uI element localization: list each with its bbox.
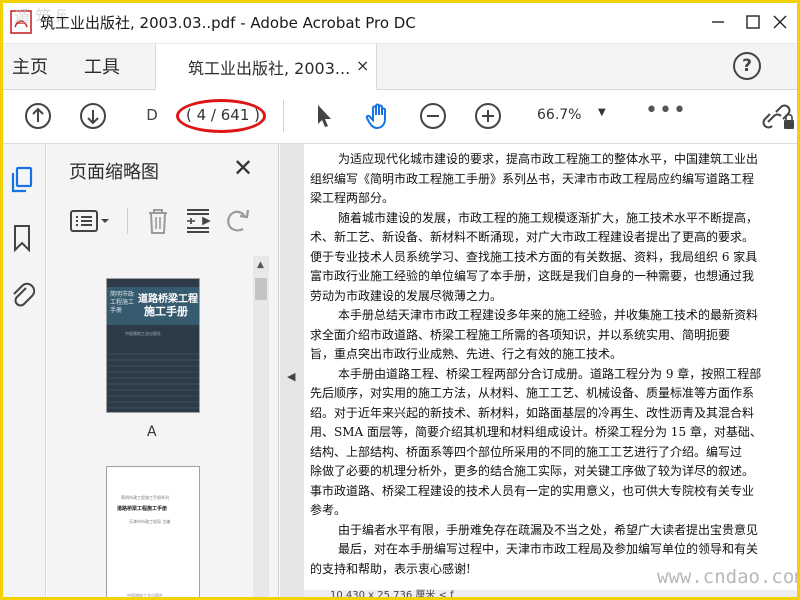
zoom-level[interactable]: 66.7% bbox=[537, 107, 581, 123]
chevron-down-icon[interactable]: ▼ bbox=[598, 107, 606, 118]
thumbnail-toolbar bbox=[47, 202, 279, 242]
tab-tools[interactable]: 工具 bbox=[84, 53, 120, 79]
thumbnail-line: 中国建筑工业出版社 bbox=[127, 593, 163, 598]
thumbnail-page-cover[interactable]: 简明市政工程施工手册 道路桥梁工程 施工手册 中国建筑工业出版社 bbox=[106, 278, 200, 413]
site-watermark: www.cndao.com bbox=[657, 566, 800, 588]
document-line: 求全面介绍市政道路、桥梁工程施工所需的各项知识，并以系统实用、简明扼要 bbox=[310, 327, 731, 342]
maximize-icon[interactable] bbox=[741, 10, 765, 34]
options-icon[interactable] bbox=[69, 206, 113, 236]
toolbar-divider bbox=[283, 100, 284, 132]
document-line: 最后，对在本手册编写过程中，天津市市政工程局及参加编写单位的领导和有关 bbox=[338, 542, 759, 556]
thumbnail-line: 天津市市政工程局 主编 bbox=[129, 519, 171, 524]
document-line: 由于编者水平有限，手册难免存在疏漏及不当之处，希望广大读者提出宝贵意见 bbox=[338, 522, 759, 537]
document-line: 便于专业技术人员系统学习、查找施工技术方面的有关数据、资料，我局组织 6 家具 bbox=[310, 249, 758, 264]
bookmark-icon[interactable] bbox=[9, 224, 35, 252]
trash-icon[interactable] bbox=[143, 206, 173, 236]
document-line: 组织编写《简明市政工程施工手册》系列丛书，天津市市政工程局应约编写道路工程 bbox=[310, 171, 755, 186]
tab-home[interactable]: 主页 bbox=[12, 53, 48, 79]
title-bar: 遁 筑 网 筑工业出版社, 2003.03..pdf - Adobe Acrob… bbox=[0, 0, 800, 44]
zoom-out-icon[interactable] bbox=[419, 102, 447, 130]
thumbnail-label: A bbox=[147, 424, 157, 440]
cover-subtitle: 中国建筑工业出版社 bbox=[125, 331, 161, 336]
collapse-left-icon[interactable]: ◀ bbox=[287, 370, 295, 383]
close-window-icon[interactable] bbox=[768, 10, 792, 34]
cover-title-line-2: 施工手册 bbox=[144, 305, 188, 318]
document-line: 为适应现代化城市建设的要求，提高市政工程施工的整体水平，中国建筑工业出 bbox=[338, 152, 759, 166]
document-line: 本手册总结天津市市政工程建设多年来的施工经验，并收集施工技术的最新资料 bbox=[338, 308, 759, 322]
window-title: 筑工业出版社, 2003.03..pdf - Adobe Acrobat Pro… bbox=[40, 14, 416, 32]
document-line: 梁工程两部分。 bbox=[310, 191, 395, 205]
page-size-text: 10.430 x 25.736 厘米 < f bbox=[330, 590, 454, 600]
arrow-down-icon[interactable] bbox=[79, 102, 107, 130]
hand-icon[interactable] bbox=[364, 102, 392, 130]
cover-pattern bbox=[107, 349, 199, 409]
thumbnails-icon[interactable] bbox=[9, 166, 35, 194]
thumbnail-scrollbar[interactable]: ▲ bbox=[253, 256, 269, 600]
tab-document-label: 筑工业出版社, 2003... bbox=[188, 59, 351, 78]
document-line: 随着城市建设的发展，市政工程的施工规模逐渐扩大，施工技术水平不断提高， bbox=[338, 210, 759, 225]
tab-document[interactable]: 筑工业出版社, 2003... × bbox=[155, 44, 377, 90]
zoom-in-icon[interactable] bbox=[474, 102, 502, 130]
arrow-up-icon[interactable] bbox=[24, 102, 52, 130]
close-tab-icon[interactable]: × bbox=[356, 56, 369, 75]
document-line: 旨，重点突出市政行业成熟、先进、行之有效的施工技术。 bbox=[310, 347, 623, 361]
page-number-input[interactable]: D bbox=[138, 106, 166, 124]
share-link-icon[interactable] bbox=[762, 102, 796, 132]
panel-collapse-bar[interactable]: ◀ bbox=[280, 144, 304, 600]
toolbar: D ( 4 / 641 ) 66.7% ▼ ••• bbox=[0, 90, 800, 144]
document-line: 术、新工艺、新设备、新材料不断涌现，对广大市政工程建设者提出了更高的要求。 bbox=[310, 230, 755, 244]
thumbnail-line: 道路桥梁工程施工手册 bbox=[117, 506, 168, 512]
document-line: 用、SMA 面层等，简要介绍其机理和材料组成设计。桥梁工程分为 15 章，对基础… bbox=[310, 425, 762, 439]
thumbnail-line: 简明市政工程施工手册系列 bbox=[121, 495, 169, 500]
scroll-up-icon[interactable]: ▲ bbox=[257, 260, 264, 270]
cover-vertical-title: 简明市政工程施工手册 bbox=[110, 291, 135, 314]
document-line: 参考。 bbox=[310, 503, 347, 517]
attachment-icon[interactable] bbox=[9, 280, 35, 308]
extract-pages-icon[interactable] bbox=[183, 206, 213, 236]
minimize-icon[interactable] bbox=[706, 10, 730, 34]
document-line: 先后顺序，对实用的施工方法，从材料、施工工艺、机械设备、质量标准等方面作系 bbox=[310, 386, 755, 400]
document-line: 结构、上部结构、桥面系等四个部位所采用的不同的施工工艺进行了介绍。编写过 bbox=[310, 444, 743, 459]
document-line: 事市政道路、桥梁工程建设的技术人员有一定的实用意义，也可供大专院校有关专业 bbox=[310, 483, 755, 498]
document-line: 绍。对于近年来兴起的新技术、新材料，如路面基层的冷再生、改性沥青及其混合料 bbox=[310, 405, 755, 420]
tab-bar: 主页 工具 筑工业出版社, 2003... × ? bbox=[0, 44, 800, 90]
document-line: 劳动为市政建设的发展尽微薄之力。 bbox=[310, 288, 503, 303]
pointer-icon[interactable] bbox=[310, 102, 338, 130]
left-nav-strip bbox=[0, 144, 46, 600]
help-button[interactable]: ? bbox=[733, 52, 761, 80]
rotate-icon[interactable] bbox=[223, 206, 253, 236]
page-count-highlight bbox=[176, 99, 266, 133]
thumbnail-list: 简明市政工程施工手册 道路桥梁工程 施工手册 中国建筑工业出版社 A 简明市政工… bbox=[47, 256, 251, 600]
thumbnail-page-title[interactable]: 简明市政工程施工手册系列 道路桥梁工程施工手册 天津市市政工程局 主编 中国建筑… bbox=[106, 466, 200, 600]
document-line: 除做了必要的机理分析外，更多的结合施工实际，对关键工序做了较为详尽的叙述。 bbox=[310, 464, 755, 478]
more-tools-icon[interactable]: ••• bbox=[645, 98, 687, 123]
tool-divider bbox=[127, 208, 128, 234]
page-size-status: 10.430 x 25.736 厘米 < f bbox=[304, 590, 800, 600]
panel-title: 页面缩略图 bbox=[69, 162, 159, 183]
document-line: 富市政行业施工经验的单位编写了本手册，这既是我们自身的一种需要，也想通过我 bbox=[310, 269, 755, 283]
thumbnail-panel: 页面缩略图 ✕ 简明市政工程施工手册 道路桥梁工程 施工手册 中国建筑工业出版社 bbox=[47, 144, 279, 600]
document-line: 本手册由道路工程、桥梁工程两部分合订成册。道路工程分为 9 章，按照工程部 bbox=[338, 366, 762, 381]
close-panel-icon[interactable]: ✕ bbox=[233, 154, 253, 182]
document-view[interactable]: 为适应现代化城市建设的要求，提高市政工程施工的整体水平，中国建筑工业出组织编写《… bbox=[304, 144, 800, 600]
scrollbar-thumb[interactable] bbox=[255, 278, 267, 300]
document-page: 为适应现代化城市建设的要求，提高市政工程施工的整体水平，中国建筑工业出组织编写《… bbox=[304, 144, 800, 590]
